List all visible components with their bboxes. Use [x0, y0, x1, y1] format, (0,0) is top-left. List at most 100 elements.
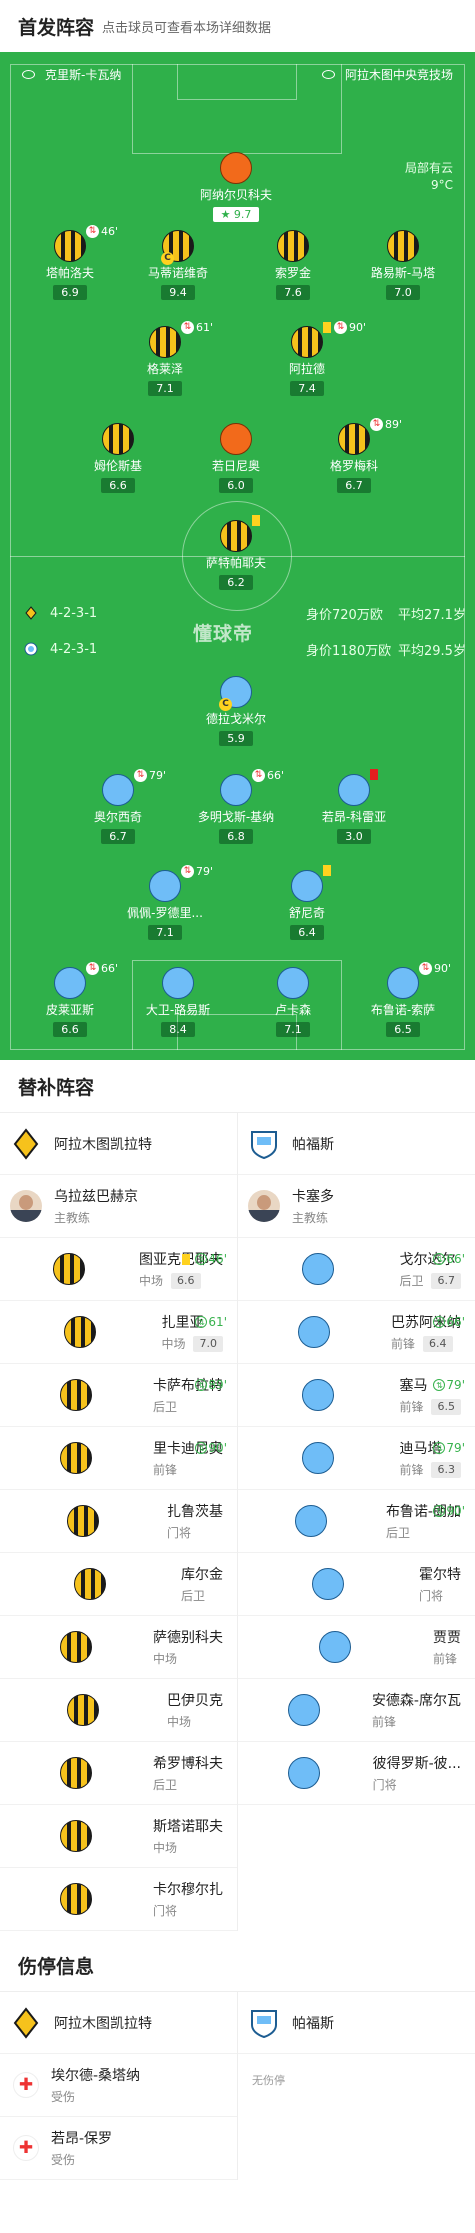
- pitch-player[interactable]: 萨特帕耶夫 6.2: [171, 515, 301, 590]
- temperature: 9°C: [430, 178, 453, 192]
- player-name: 德拉戈米尔: [205, 712, 266, 726]
- sub-player-row[interactable]: 希罗博科夫 后卫: [0, 1742, 237, 1805]
- away-injury-team-row: 帕福斯: [238, 1992, 475, 2054]
- player-rating: 6.2: [219, 575, 253, 590]
- substitution-icon: ⇅: [433, 1316, 446, 1328]
- pitch-player[interactable]: 阿纳尔贝科夫 ★ 9.7: [171, 152, 301, 222]
- sub-player-row[interactable]: 萨德别科夫 中场: [0, 1616, 237, 1679]
- sub-player-row[interactable]: 布鲁诺-朗加 后卫 ⇅ 90': [238, 1490, 475, 1553]
- pitch-player[interactable]: ⇅ 61' 格莱泽 7.1: [100, 321, 230, 396]
- pitch-player[interactable]: C 德拉戈米尔 5.9: [171, 676, 301, 746]
- home-coach-role: 主教练: [54, 1211, 91, 1225]
- pitch-player[interactable]: 若日尼奥 6.0: [171, 423, 301, 493]
- player-jersey-icon: [52, 1253, 85, 1285]
- pitch-player[interactable]: ⇅ 89' 格罗梅科 6.7: [289, 418, 419, 493]
- player-jersey-icon: ⇅ 79': [149, 865, 213, 902]
- player-name: 大卫-路易斯: [145, 1003, 211, 1017]
- substitution-icon: ⇅: [433, 1505, 446, 1517]
- pitch-player[interactable]: 路易斯-马塔 7.0: [338, 230, 468, 300]
- pitch-player[interactable]: ⇅ 79' 奥尔西奇 6.7: [53, 769, 183, 844]
- player-rating: 8.4: [161, 1022, 195, 1037]
- sub-player-name: 彼得罗斯-彼...: [372, 1756, 461, 1772]
- sub-player-name: 库尔金: [181, 1567, 223, 1583]
- sub-player-row[interactable]: 卡萨布拉特 后卫 ⇅ 89': [0, 1364, 237, 1427]
- no-injury-text: 无伤停: [252, 2074, 285, 2087]
- sub-player-row[interactable]: 斯塔诺耶夫 中场: [0, 1805, 237, 1868]
- sub-player-row[interactable]: 巴伊贝克 中场: [0, 1679, 237, 1742]
- sub-player-position: 前锋: [371, 1715, 396, 1729]
- sub-player-position: 中场: [161, 1337, 186, 1351]
- sub-player-position: 后卫: [399, 1274, 424, 1288]
- home-coach-row[interactable]: 乌拉兹巴赫京 主教练: [0, 1175, 237, 1238]
- home-coach-name: 乌拉兹巴赫京: [54, 1189, 138, 1205]
- sub-event-tag: ⇅ 79': [433, 1378, 465, 1392]
- sub-player-position: 中场: [153, 1652, 178, 1666]
- sub-player-row[interactable]: 贾贾 前锋: [238, 1616, 475, 1679]
- sub-minute: 61': [196, 321, 214, 334]
- player-rating: 6.7: [101, 829, 135, 844]
- pitch-player[interactable]: 舒尼奇 6.4: [242, 865, 372, 940]
- home-team-row[interactable]: 阿拉木图凯拉特: [0, 1113, 237, 1175]
- pafos-logo-icon: [251, 2009, 277, 2038]
- player-jersey-icon: ⇅ 66': [54, 962, 118, 999]
- injured-player-name: 埃尔德-桑塔纳: [51, 2068, 141, 2084]
- pitch-player[interactable]: ⇅ 90' 布鲁诺-索萨 6.5: [338, 962, 468, 1037]
- pitch-player[interactable]: ⇅ 66' 多明戈斯-基纳 6.8: [171, 769, 301, 844]
- player-name: 奥尔西奇: [93, 810, 142, 824]
- sub-player-row[interactable]: 卡尔穆尔扎 门将: [0, 1868, 237, 1931]
- sub-player-position: 前锋: [399, 1463, 424, 1477]
- player-rating: 5.9: [219, 731, 253, 746]
- sub-player-row[interactable]: 巴苏阿米纳 前锋 6.4 ⇅ 66': [238, 1301, 475, 1364]
- player-jersey-icon: ⇅ 66': [220, 769, 284, 806]
- sub-player-rating: 6.3: [431, 1461, 461, 1478]
- sub-player-name: 萨德别科夫: [153, 1630, 223, 1646]
- pitch-player[interactable]: C 马蒂诺维奇 9.4: [113, 230, 243, 300]
- sub-player-row[interactable]: 扎鲁茨基 门将: [0, 1490, 237, 1553]
- sub-player-row[interactable]: 塞马 前锋 6.5 ⇅ 79': [238, 1364, 475, 1427]
- sub-player-rating: 6.4: [423, 1335, 453, 1352]
- away-team-row[interactable]: 帕福斯: [238, 1113, 475, 1175]
- player-jersey-icon: ⇅ 79': [102, 769, 166, 806]
- sub-player-row[interactable]: 迪马塔 前锋 6.3 ⇅ 79': [238, 1427, 475, 1490]
- pitch-player[interactable]: 姆伦斯基 6.6: [53, 423, 183, 493]
- sub-player-name: 贾贾: [433, 1630, 461, 1646]
- sub-player-row[interactable]: 安德森-席尔瓦 前锋: [238, 1679, 475, 1742]
- sub-minute: 90': [349, 321, 367, 334]
- sub-player-row[interactable]: 里卡迪尼奥 前锋 ⇅ 90': [0, 1427, 237, 1490]
- injury-row[interactable]: ✚ 埃尔德-桑塔纳 受伤: [0, 2054, 237, 2117]
- sub-player-rating: 6.5: [431, 1398, 461, 1415]
- captain-badge: C: [219, 698, 232, 711]
- home-age: 平均27.1岁: [398, 607, 466, 623]
- sub-player-row[interactable]: 图亚克巴耶夫 中场 6.6 ⇅ 46': [0, 1238, 237, 1301]
- sub-minute: 89': [385, 418, 403, 431]
- sub-player-name: 扎鲁茨基: [167, 1504, 223, 1520]
- player-jersey-icon: [220, 423, 252, 455]
- player-jersey-icon: [66, 1505, 99, 1537]
- medical-kit-icon: ✚: [13, 2072, 39, 2098]
- player-jersey-icon: [277, 230, 309, 262]
- sub-player-row[interactable]: 彼得罗斯-彼... 门将: [238, 1742, 475, 1805]
- pitch-player[interactable]: 若昂-科雷亚 3.0: [289, 769, 419, 844]
- lineup-title: 首发阵容: [18, 16, 95, 39]
- player-rating: 6.6: [53, 1022, 87, 1037]
- player-jersey-icon: [301, 1379, 334, 1411]
- away-coach-row[interactable]: 卡塞多 主教练: [238, 1175, 475, 1238]
- player-name: 格罗梅科: [329, 459, 378, 473]
- injury-lists: 阿拉木图凯拉特 ✚ 埃尔德-桑塔纳 受伤 ✚ 若昂-保罗 受伤 帕福斯 无伤停: [0, 1991, 475, 2180]
- player-rating: 6.4: [290, 925, 324, 940]
- sub-player-row[interactable]: 库尔金 后卫: [0, 1553, 237, 1616]
- pitch-player[interactable]: ⇅ 90' 阿拉德 7.4: [242, 321, 372, 396]
- injury-row[interactable]: ✚ 若昂-保罗 受伤: [0, 2117, 237, 2180]
- pitch-player[interactable]: ⇅ 79' 佩佩-罗德里... 7.1: [100, 865, 230, 940]
- sub-player-row[interactable]: 戈尔达尔 后卫 6.7 ⇅ 66': [238, 1238, 475, 1301]
- pitch-player[interactable]: 大卫-路易斯 8.4: [113, 967, 243, 1037]
- sub-minute: 61': [208, 1315, 227, 1329]
- home-team-name: 阿拉木图凯拉特: [54, 2015, 152, 2032]
- player-jersey-icon: [59, 1379, 92, 1411]
- player-jersey-icon: [318, 1631, 351, 1663]
- substitution-icon: ⇅: [419, 962, 432, 975]
- player-rating: 6.5: [386, 1022, 420, 1037]
- player-rating: 7.1: [148, 925, 182, 940]
- sub-player-row[interactable]: 扎里亚 中场 7.0 ⇅ 61': [0, 1301, 237, 1364]
- sub-player-row[interactable]: 霍尔特 门将: [238, 1553, 475, 1616]
